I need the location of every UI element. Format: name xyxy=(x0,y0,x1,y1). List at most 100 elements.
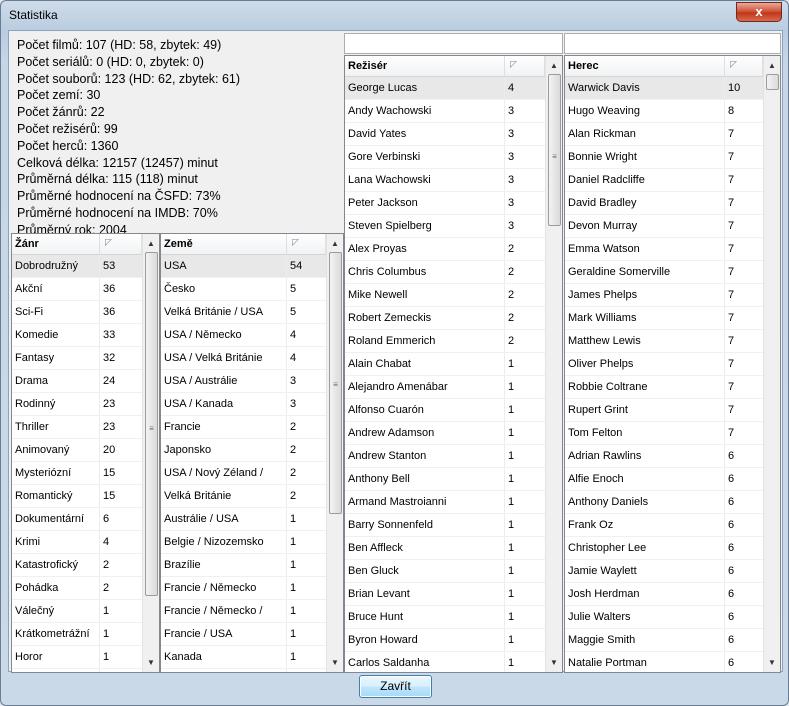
directors-row[interactable]: Brian Levant 1 xyxy=(345,583,545,606)
countries-count-column-header[interactable]: ◸ xyxy=(287,234,326,254)
countries-name-column-header[interactable]: Země xyxy=(161,234,287,254)
genres-row[interactable]: Rodinný 23 xyxy=(12,393,142,416)
actors-row[interactable]: Natalie Portman 6 xyxy=(565,652,763,672)
actors-scrollbar[interactable]: ▲ ▼ xyxy=(763,56,780,672)
actors-row[interactable]: Hugo Weaving 8 xyxy=(565,100,763,123)
genres-row[interactable]: Válečný 1 xyxy=(12,600,142,623)
actors-row[interactable]: Matthew Lewis 7 xyxy=(565,330,763,353)
close-dialog-button[interactable]: Zavřít xyxy=(359,675,432,698)
directors-row[interactable]: Gore Verbinski 3 xyxy=(345,146,545,169)
actors-row[interactable]: Daniel Radcliffe 7 xyxy=(565,169,763,192)
countries-row[interactable]: USA / Kanada 3 xyxy=(161,393,326,416)
directors-row[interactable]: Alain Chabat 1 xyxy=(345,353,545,376)
directors-row[interactable]: Byron Howard 1 xyxy=(345,629,545,652)
directors-row[interactable]: Barry Sonnenfeld 1 xyxy=(345,514,545,537)
countries-row[interactable]: USA / Austrálie 3 xyxy=(161,370,326,393)
genres-row[interactable]: Krátkometrážní 1 xyxy=(12,623,142,646)
directors-row[interactable]: Andy Wachowski 3 xyxy=(345,100,545,123)
genres-row[interactable]: Horor 1 xyxy=(12,646,142,669)
director-list[interactable]: Režisér ◸ George Lucas 4 Andy Wachowski 3 Davi… xyxy=(344,55,563,673)
country-list[interactable]: Země ◸ USA 54 Česko 5 Velká Británie / USA 5 USA… xyxy=(160,233,344,673)
actors-row[interactable]: Alan Rickman 7 xyxy=(565,123,763,146)
countries-scrollbar[interactable]: ▲ ≡ ▼ xyxy=(326,234,343,672)
actors-row[interactable]: David Bradley 7 xyxy=(565,192,763,215)
directors-row[interactable]: Ben Affleck 1 xyxy=(345,537,545,560)
genres-row[interactable]: Krimi 4 xyxy=(12,531,142,554)
countries-row[interactable]: Austrálie / USA 1 xyxy=(161,508,326,531)
actor-list[interactable]: Herec ◸ Warwick Davis 10 Hugo Weaving 8 Alan R… xyxy=(564,55,781,673)
actors-row[interactable]: Frank Oz 6 xyxy=(565,514,763,537)
directors-row[interactable]: David Yates 3 xyxy=(345,123,545,146)
genres-row[interactable]: Drama 24 xyxy=(12,370,142,393)
genres-row[interactable]: Dobrodružný 53 xyxy=(12,255,142,278)
genres-row[interactable]: Mysteriózní 15 xyxy=(12,462,142,485)
directors-row[interactable]: Lana Wachowski 3 xyxy=(345,169,545,192)
countries-row[interactable]: Česko 5 xyxy=(161,278,326,301)
actors-row[interactable]: Alfie Enoch 6 xyxy=(565,468,763,491)
scroll-down-arrow-icon[interactable]: ▼ xyxy=(764,655,780,671)
scroll-thumb[interactable]: ≡ xyxy=(329,252,342,514)
directors-row[interactable]: George Lucas 4 xyxy=(345,77,545,100)
directors-row[interactable]: Alex Proyas 2 xyxy=(345,238,545,261)
directors-scrollbar[interactable]: ▲ ≡ ▼ xyxy=(545,56,562,672)
directors-row[interactable]: Armand Mastroianni 1 xyxy=(345,491,545,514)
window-close-button[interactable]: x xyxy=(736,2,782,22)
directors-row[interactable]: Alejandro Amenábar 1 xyxy=(345,376,545,399)
countries-row[interactable]: Francie / Německo /1 xyxy=(161,600,326,623)
directors-name-column-header[interactable]: Režisér xyxy=(345,56,505,76)
directors-row[interactable]: Robert Zemeckis 2 xyxy=(345,307,545,330)
actors-row[interactable]: Julie Walters 6 xyxy=(565,606,763,629)
directors-row[interactable]: Steven Spielberg 3 xyxy=(345,215,545,238)
genres-count-column-header[interactable]: ◸ xyxy=(100,234,142,254)
actors-row[interactable]: Rupert Grint 7 xyxy=(565,399,763,422)
actors-row[interactable]: Anthony Daniels 6 xyxy=(565,491,763,514)
genres-row[interactable]: Sci-Fi 36 xyxy=(12,301,142,324)
genres-row[interactable]: Pohádka 2 xyxy=(12,577,142,600)
countries-row[interactable]: Kanada 1 xyxy=(161,646,326,669)
actors-row[interactable]: Warwick Davis 10 xyxy=(565,77,763,100)
genres-row[interactable]: Komedie 33 xyxy=(12,324,142,347)
directors-row[interactable]: Anthony Bell 1 xyxy=(345,468,545,491)
directors-row[interactable]: Andrew Stanton 1 xyxy=(345,445,545,468)
genre-list[interactable]: Žánr ◸ Dobrodružný 53 Akční 36 Sci-Fi 36 Komedie… xyxy=(11,233,160,673)
actors-row[interactable]: Emma Watson 7 xyxy=(565,238,763,261)
actors-row[interactable]: Christopher Lee 6 xyxy=(565,537,763,560)
directors-count-column-header[interactable]: ◸ xyxy=(505,56,545,76)
directors-row[interactable]: Chris Columbus 2 xyxy=(345,261,545,284)
actors-row[interactable]: Devon Murray 7 xyxy=(565,215,763,238)
directors-row[interactable]: Ben Gluck 1 xyxy=(345,560,545,583)
countries-row[interactable]: Brazílie 1 xyxy=(161,554,326,577)
scroll-up-arrow-icon[interactable]: ▲ xyxy=(546,58,562,74)
scroll-up-arrow-icon[interactable]: ▲ xyxy=(327,236,343,252)
genres-row[interactable]: Animovaný 20 xyxy=(12,439,142,462)
scroll-thumb[interactable]: ≡ xyxy=(548,74,561,226)
directors-row[interactable]: Andrew Adamson 1 xyxy=(345,422,545,445)
countries-row[interactable]: USA / Velká Británie 4 xyxy=(161,347,326,370)
countries-row[interactable]: Velká Británie / USA 5 xyxy=(161,301,326,324)
genres-row[interactable]: Romantický 15 xyxy=(12,485,142,508)
actors-row[interactable]: Josh Herdman 6 xyxy=(565,583,763,606)
genres-row[interactable]: Dokumentární 6 xyxy=(12,508,142,531)
countries-row[interactable]: Belgie / Nizozemsko 1 xyxy=(161,531,326,554)
genres-row[interactable]: Thriller 23 xyxy=(12,416,142,439)
genres-row[interactable]: Fantasy 32 xyxy=(12,347,142,370)
genres-name-column-header[interactable]: Žánr xyxy=(12,234,100,254)
genres-scrollbar[interactable]: ▲ ≡ ▼ xyxy=(142,234,159,672)
countries-row[interactable]: Velká Británie 2 xyxy=(161,485,326,508)
countries-row[interactable]: Francie 2 xyxy=(161,416,326,439)
title-bar[interactable]: Statistika x xyxy=(1,1,788,29)
directors-row[interactable]: Bruce Hunt 1 xyxy=(345,606,545,629)
directors-row[interactable]: Mike Newell 2 xyxy=(345,284,545,307)
actor-filter-field[interactable] xyxy=(564,33,781,54)
countries-row[interactable]: Francie / USA 1 xyxy=(161,623,326,646)
scroll-down-arrow-icon[interactable]: ▼ xyxy=(327,655,343,671)
actors-row[interactable]: Adrian Rawlins 6 xyxy=(565,445,763,468)
director-filter-field[interactable] xyxy=(344,33,563,54)
scroll-down-arrow-icon[interactable]: ▼ xyxy=(546,655,562,671)
actors-row[interactable]: Mark Williams 7 xyxy=(565,307,763,330)
countries-row[interactable]: Francie / Německo 1 xyxy=(161,577,326,600)
directors-row[interactable]: Roland Emmerich 2 xyxy=(345,330,545,353)
actors-row[interactable]: Geraldine Somerville 7 xyxy=(565,261,763,284)
actors-row[interactable]: Tom Felton 7 xyxy=(565,422,763,445)
actors-count-column-header[interactable]: ◸ xyxy=(725,56,763,76)
